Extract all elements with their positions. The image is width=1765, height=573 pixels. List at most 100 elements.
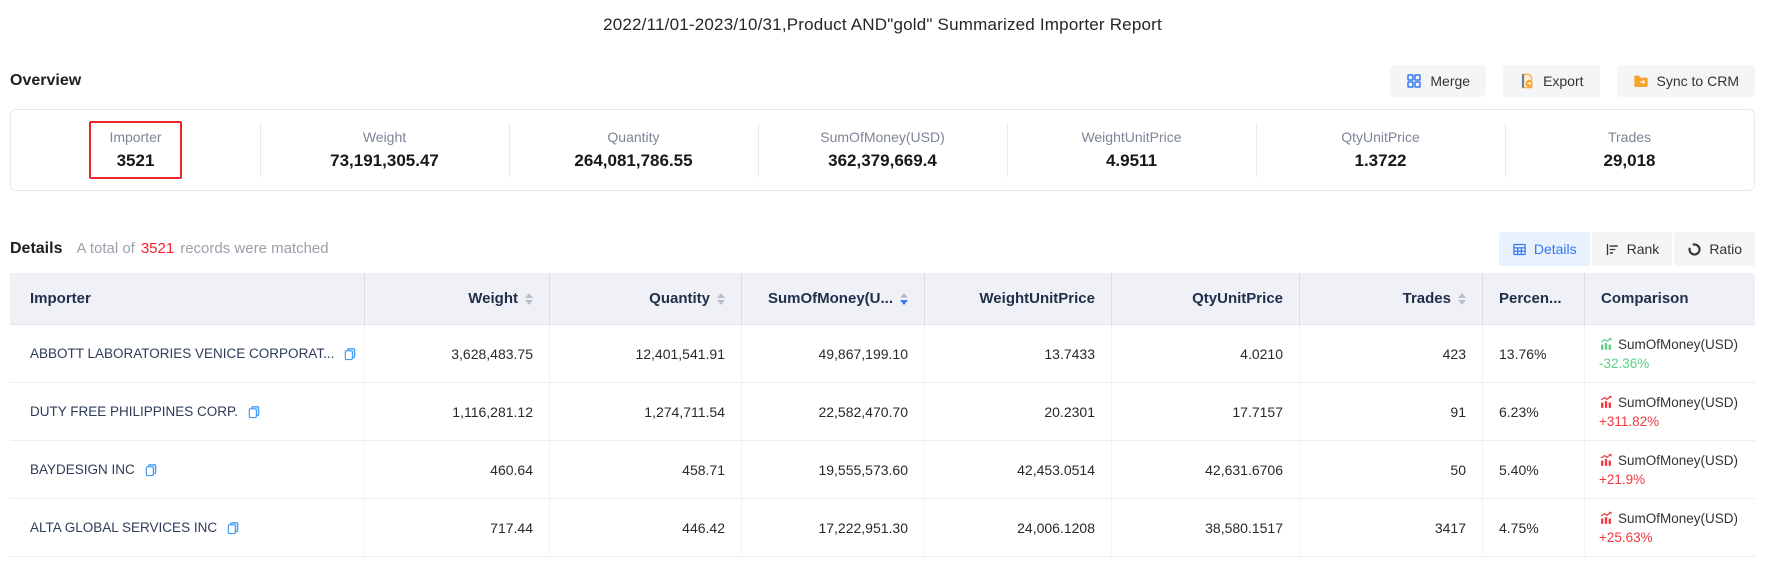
sort-icon[interactable]: [1458, 293, 1466, 305]
weight-unit-price-cell: 24,006.1208: [925, 499, 1112, 556]
cell-value: 13.7433: [1044, 346, 1095, 362]
column-header-weightunitprice: WeightUnitPrice: [925, 273, 1112, 324]
copy-icon[interactable]: [144, 463, 158, 477]
stat-value: 264,081,786.55: [574, 151, 692, 171]
quantity-cell: 446.42: [550, 499, 742, 556]
trend-chart-icon: [1599, 453, 1613, 467]
cell-value: 91: [1450, 404, 1466, 420]
quantity-cell: 458.71: [550, 441, 742, 498]
toolbar: Merge Export Sync to CRM: [1390, 65, 1755, 97]
qty-unit-price-cell: 38,580.1517: [1112, 499, 1300, 556]
weight-cell: 717.44: [365, 499, 550, 556]
sum-of-money-cell: 19,555,573.60: [742, 441, 925, 498]
copy-icon[interactable]: [226, 521, 240, 535]
cell-value: 19,555,573.60: [818, 462, 908, 478]
matched-count: 3521: [141, 240, 174, 257]
cell-value: 3,628,483.75: [451, 346, 533, 362]
tab-details[interactable]: Details: [1499, 232, 1590, 266]
importer-name[interactable]: DUTY FREE PHILIPPINES CORP.: [30, 404, 238, 419]
column-header-sumofmoney-u[interactable]: SumOfMoney(U...: [742, 273, 925, 324]
importer-table: Importer WeightQuantity SumOfMoney(U... Wei…: [10, 273, 1755, 557]
tab-rank[interactable]: Rank: [1592, 232, 1673, 266]
column-header-weight[interactable]: Weight: [365, 273, 550, 324]
weight-cell: 1,116,281.12: [365, 383, 550, 440]
cell-value: 4.75%: [1499, 520, 1539, 536]
tab-details-label: Details: [1534, 241, 1577, 257]
column-label: SumOfMoney(U...: [768, 290, 893, 307]
sort-icon[interactable]: [717, 293, 725, 305]
export-file-icon: [1519, 73, 1535, 89]
column-header-qtyunitprice: QtyUnitPrice: [1112, 273, 1300, 324]
stat-value: 362,379,669.4: [828, 151, 937, 171]
stat-label: Weight: [363, 129, 406, 145]
stat-value: 29,018: [1604, 151, 1656, 171]
stat-box: Weight73,191,305.47: [310, 121, 459, 179]
stat-trades: Trades29,018: [1505, 110, 1754, 190]
stat-weight: Weight73,191,305.47: [260, 110, 509, 190]
tab-ratio[interactable]: Ratio: [1674, 232, 1755, 266]
trades-cell: 91: [1300, 383, 1483, 440]
comparison-cell: SumOfMoney(USD)-32.36%: [1585, 325, 1755, 382]
comparison-label: SumOfMoney(USD): [1618, 453, 1738, 468]
merge-button[interactable]: Merge: [1390, 65, 1486, 97]
importer-name[interactable]: ABBOTT LABORATORIES VENICE CORPORAT...: [30, 346, 334, 361]
stat-box: Quantity 264,081,786.55: [554, 121, 712, 179]
cell-value: 22,582,470.70: [818, 404, 908, 420]
comparison-label: SumOfMoney(USD): [1618, 511, 1738, 526]
merge-grid-icon: [1406, 73, 1422, 89]
sync-folder-icon: [1633, 73, 1649, 89]
sum-of-money-cell: 17,222,951.30: [742, 499, 925, 556]
rank-bars-icon: [1605, 242, 1620, 257]
stat-weightunitprice: WeightUnitPrice4.9511: [1007, 110, 1256, 190]
stat-box: Trades29,018: [1584, 121, 1676, 179]
trend-chart-icon: [1599, 395, 1613, 409]
cell-value: 42,631.6706: [1205, 462, 1283, 478]
stat-value: 3521: [117, 151, 155, 171]
cell-value: 13.76%: [1499, 346, 1546, 362]
cell-value: 4.0210: [1240, 346, 1283, 362]
copy-icon[interactable]: [343, 347, 357, 361]
importer-cell: ABBOTT LABORATORIES VENICE CORPORAT...: [10, 325, 365, 382]
cell-value: 17.7157: [1232, 404, 1283, 420]
cell-value: 423: [1443, 346, 1466, 362]
comparison-label: SumOfMoney(USD): [1618, 337, 1738, 352]
sort-icon[interactable]: [525, 293, 533, 305]
copy-icon[interactable]: [247, 405, 261, 419]
importer-name[interactable]: ALTA GLOBAL SERVICES INC: [30, 520, 217, 535]
annotation-red-box: Importer 3521: [89, 121, 181, 179]
table-icon: [1512, 242, 1527, 257]
stat-label: Importer: [109, 129, 161, 145]
cell-value: 3417: [1435, 520, 1466, 536]
column-label: Comparison: [1601, 290, 1689, 307]
trend-chart-icon: [1599, 337, 1613, 351]
sort-icon[interactable]: [900, 293, 908, 305]
page-title: 2022/11/01-2023/10/31,Product AND"gold" …: [0, 0, 1765, 35]
importer-name[interactable]: BAYDESIGN INC: [30, 462, 135, 477]
table-row: ALTA GLOBAL SERVICES INC 717.44446.4217,2…: [10, 499, 1755, 557]
stat-box: SumOfMoney(USD)362,379,669.4: [800, 121, 964, 179]
overview-heading: Overview: [10, 72, 81, 90]
cell-value: 5.40%: [1499, 462, 1539, 478]
importer-cell: ALTA GLOBAL SERVICES INC: [10, 499, 365, 556]
merge-button-label: Merge: [1430, 73, 1470, 89]
cell-value: 42,453.0514: [1017, 462, 1095, 478]
column-label: Importer: [30, 290, 91, 307]
percent-cell: 4.75%: [1483, 499, 1585, 556]
tab-rank-label: Rank: [1627, 241, 1660, 257]
percent-cell: 6.23%: [1483, 383, 1585, 440]
sync-to-crm-button[interactable]: Sync to CRM: [1617, 65, 1755, 97]
cell-value: 460.64: [490, 462, 533, 478]
summary-suffix: records were matched: [180, 240, 328, 257]
column-header-quantity[interactable]: Quantity: [550, 273, 742, 324]
cell-value: 20.2301: [1044, 404, 1095, 420]
column-header-trades[interactable]: Trades: [1300, 273, 1483, 324]
cell-value: 12,401,541.91: [635, 346, 725, 362]
trades-cell: 50: [1300, 441, 1483, 498]
column-label: QtyUnitPrice: [1192, 290, 1283, 307]
comparison-change: +311.82%: [1599, 414, 1659, 429]
weight-unit-price-cell: 20.2301: [925, 383, 1112, 440]
stat-value: 4.9511: [1106, 151, 1157, 171]
stat-label: QtyUnitPrice: [1341, 129, 1420, 145]
export-button[interactable]: Export: [1503, 65, 1599, 97]
stat-label: Quantity: [607, 129, 659, 145]
